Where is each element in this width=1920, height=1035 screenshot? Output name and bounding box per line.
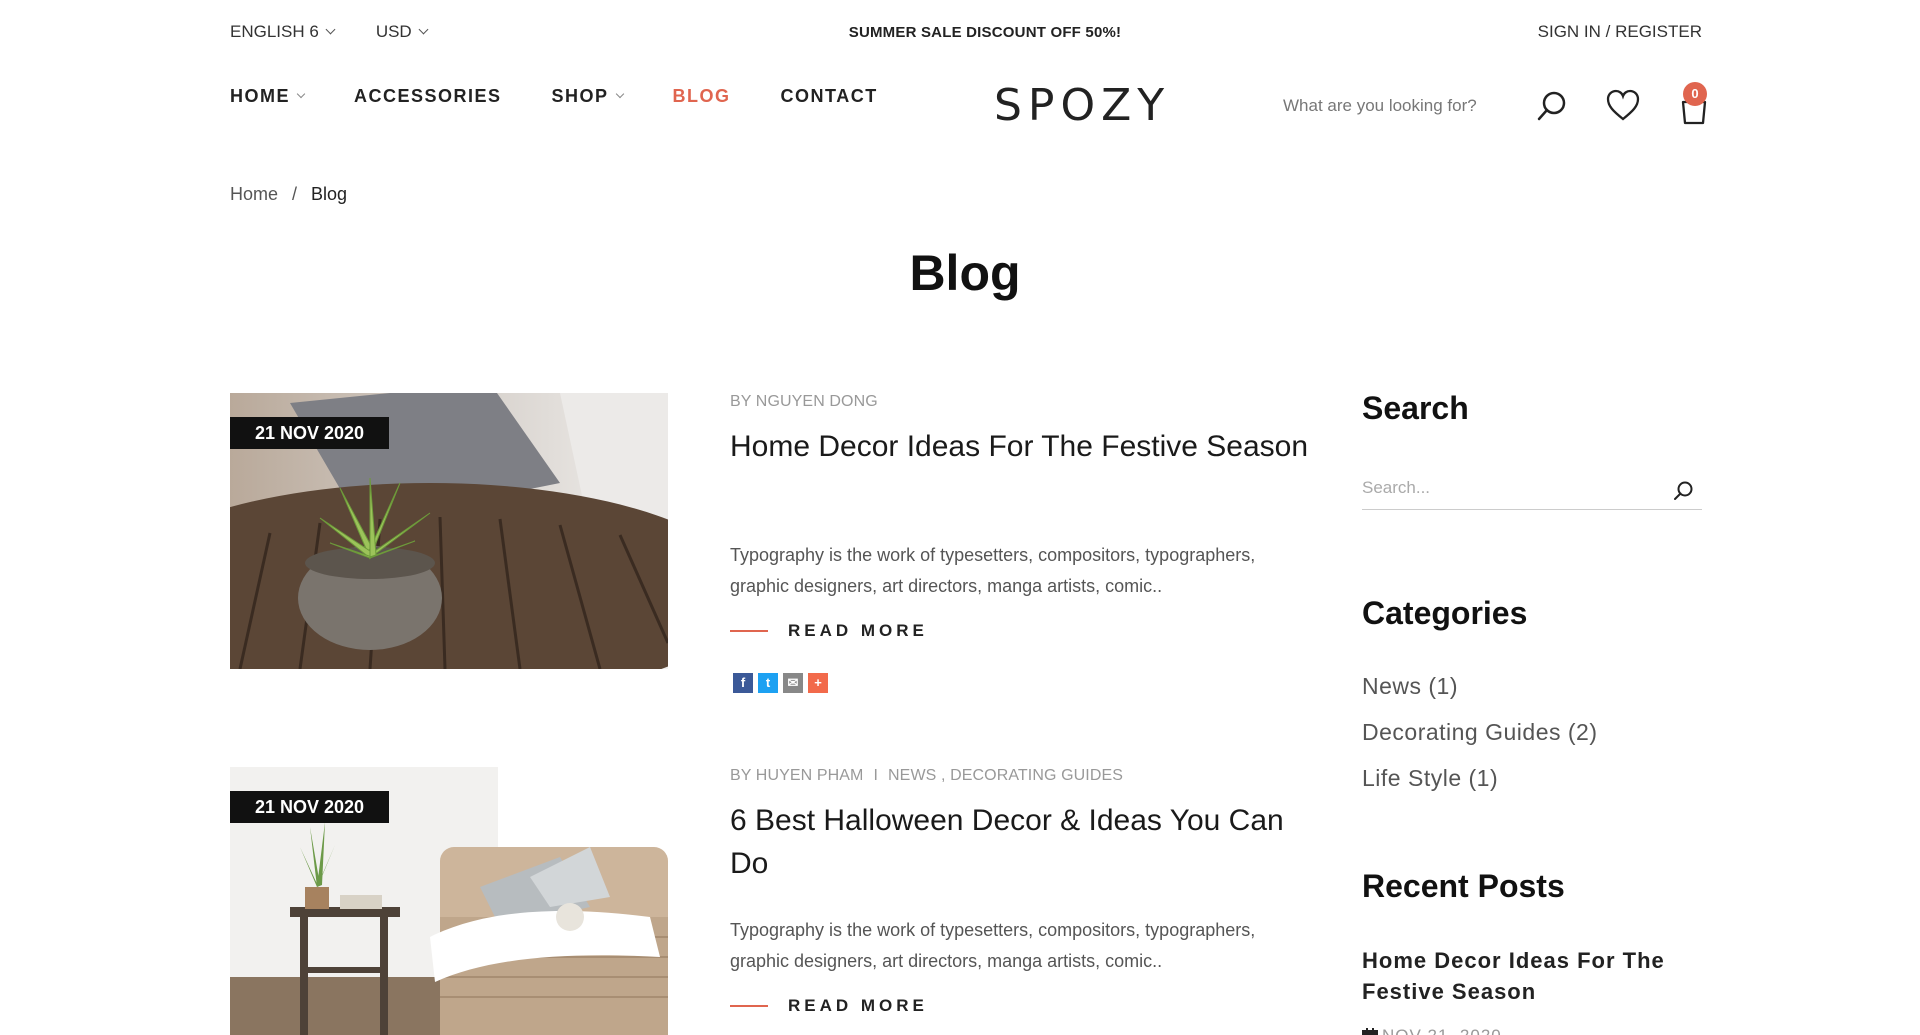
sidebar: Search Categories News (1) Decorating Gu… [1362,390,1702,1035]
read-more-label: READ MORE [788,996,928,1015]
blog-post: 21 NOV 2020 BY HUYEN PHAM I NEWS , DECORAT… [230,767,1330,1035]
meta-separator: I [873,767,879,784]
post-categories[interactable]: NEWS , DECORATING GUIDES [888,767,1123,784]
facebook-icon[interactable]: f [733,673,753,693]
read-more-line [730,1005,768,1007]
calendar-icon [1362,1028,1378,1035]
nav-item-shop[interactable]: SHOP [551,86,624,107]
chevron-down-icon [615,89,624,99]
post-author[interactable]: BY HUYEN PHAM [730,767,863,784]
post-author[interactable]: BY NGUYEN DONG [730,393,878,410]
sidebar-search-input[interactable] [1362,470,1662,498]
sidebar-search [1362,470,1702,510]
post-thumbnail[interactable]: 21 NOV 2020 [230,767,668,1035]
breadcrumb-separator: / [292,184,298,204]
nav-item-label: ACCESSORIES [354,86,502,106]
sidebar-categories-heading: Categories [1362,595,1528,631]
category-item[interactable]: News (1) [1362,673,1458,700]
search-icon[interactable] [1672,480,1694,502]
nav-item-label: BLOG [672,86,731,106]
nav-item-label: HOME [230,86,290,106]
blog-post: 21 NOV 2020 BY NGUYEN DONG Home Decor Id… [230,393,1330,713]
sidebar-search-heading: Search [1362,390,1469,426]
post-title[interactable]: Home Decor Ideas For The Festive Season [730,425,1310,468]
post-excerpt: Typography is the work of typesetters, c… [730,545,1256,596]
nav-item-blog[interactable]: BLOG [673,86,731,107]
post-date-badge: 21 NOV 2020 [230,417,390,449]
breadcrumb-current: Blog [311,184,348,204]
read-more-link[interactable]: READ MORE [730,621,928,641]
cart-count-badge: 0 [1683,82,1707,106]
email-icon[interactable]: ✉ [783,673,803,693]
plus-icon[interactable]: + [808,673,828,693]
chevron-down-icon [296,89,306,99]
read-more-link[interactable]: READ MORE [730,996,928,1016]
post-meta: BY HUYEN PHAM I NEWS , DECORATING GUIDES [730,767,1123,785]
category-item[interactable]: Decorating Guides (2) [1362,719,1598,746]
recent-post-title[interactable]: Home Decor Ideas For The Festive Season [1362,945,1702,1007]
breadcrumb: Home / Blog [230,184,347,205]
post-meta: BY NGUYEN DONG [730,393,878,411]
category-item[interactable]: Life Style (1) [1362,765,1498,792]
post-excerpt: Typography is the work of typesetters, c… [730,920,1256,971]
twitter-icon[interactable]: t [758,673,778,693]
brand-logo[interactable]: SPOZY [994,80,1170,131]
search-icon[interactable] [1534,88,1570,124]
page-title: Blog [909,245,1021,301]
sidebar-recent-heading: Recent Posts [1362,868,1565,904]
nav-item-label: SHOP [551,86,609,106]
post-thumbnail[interactable]: 21 NOV 2020 [230,393,668,669]
nav-item-home[interactable]: HOME [230,86,306,107]
heart-icon[interactable] [1605,88,1641,124]
top-bar: ENGLISH 6 USD SUMMER SALE DISCOUNT OFF 5… [0,0,1920,66]
read-more-label: READ MORE [788,621,928,640]
header-search-input[interactable] [1283,96,1513,116]
nav-item-contact[interactable]: CONTACT [781,86,878,107]
post-title[interactable]: 6 Best Halloween Decor & Ideas You Can D… [730,799,1310,885]
read-more-line [730,630,768,632]
blog-page: ENGLISH 6 USD SUMMER SALE DISCOUNT OFF 5… [0,0,1920,1035]
post-date-badge: 21 NOV 2020 [230,791,390,823]
recent-post-date-label: NOV 21, 2020 [1382,1026,1502,1035]
nav-item-label: CONTACT [780,86,878,106]
share-buttons: f t ✉ + [733,673,828,693]
breadcrumb-home-link[interactable]: Home [230,184,278,205]
main-nav: HOME ACCESSORIES SHOP BLOG CONTACT [230,86,878,107]
recent-post-date: NOV 21, 2020 [1362,1026,1502,1035]
signin-register-link[interactable]: SIGN IN / REGISTER [1538,22,1702,42]
nav-item-accessories[interactable]: ACCESSORIES [354,86,502,107]
